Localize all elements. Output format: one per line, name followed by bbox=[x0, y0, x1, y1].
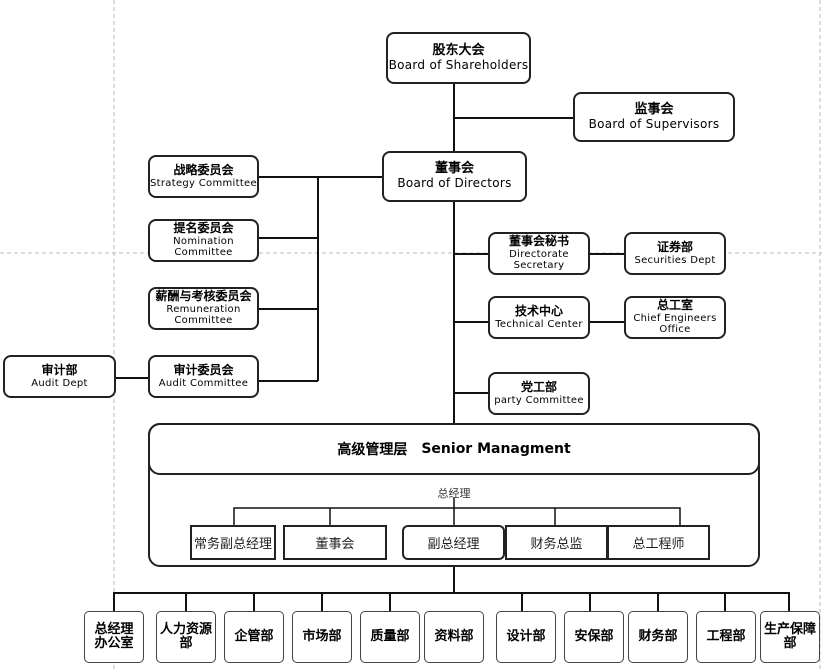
departments-bus bbox=[113, 592, 790, 611]
node-shareholders-en: Board of Shareholders bbox=[388, 57, 529, 72]
node-directorate-secretary-en2: Secretary bbox=[513, 260, 565, 272]
node-supervisors-en: Board of Supervisors bbox=[588, 116, 720, 131]
dept-finance[interactable]: 财务部 bbox=[628, 611, 688, 663]
dept-label-2: 部 bbox=[179, 636, 193, 651]
dept-engineering[interactable]: 工程部 bbox=[696, 611, 756, 663]
node-chief-engineers-zh: 总工室 bbox=[656, 298, 693, 313]
node-nomination-committee[interactable]: 提名委员会 Nomination Committee bbox=[148, 219, 259, 262]
node-shareholders-zh: 股东大会 bbox=[432, 42, 485, 58]
dept-label: 财务部 bbox=[638, 628, 678, 644]
node-directorate-secretary[interactable]: 董事会秘书 Directorate Secretary bbox=[488, 232, 590, 275]
node-nomination-zh: 提名委员会 bbox=[173, 221, 234, 236]
dept-label: 资料部 bbox=[434, 628, 474, 644]
node-directors[interactable]: 董事会 Board of Directors bbox=[382, 151, 527, 202]
node-party-committee[interactable]: 党工部 party Committee bbox=[488, 372, 590, 415]
node-nomination-en2: Committee bbox=[174, 247, 233, 259]
manager-board[interactable]: 董事会 bbox=[283, 525, 387, 560]
senior-management-header[interactable]: 高级管理层 Senior Managment bbox=[148, 423, 760, 475]
dept-quality[interactable]: 质量部 bbox=[360, 611, 420, 663]
dept-label: 市场部 bbox=[302, 628, 342, 644]
node-strategy-en: Strategy Committee bbox=[150, 177, 257, 189]
manager-chief-engineer[interactable]: 总工程师 bbox=[607, 525, 710, 560]
node-chief-engineers-en2: Office bbox=[659, 324, 691, 336]
dept-marketing[interactable]: 市场部 bbox=[292, 611, 352, 663]
dept-label: 工程部 bbox=[706, 628, 746, 644]
node-shareholders[interactable]: 股东大会 Board of Shareholders bbox=[386, 32, 531, 84]
node-securities-dept[interactable]: 证券部 Securities Dept bbox=[624, 232, 726, 275]
node-audit-dept-zh: 审计部 bbox=[41, 362, 78, 377]
dept-production-support[interactable]: 生产保障部 bbox=[760, 611, 820, 663]
node-supervisors[interactable]: 监事会 Board of Supervisors bbox=[573, 92, 735, 142]
node-supervisors-zh: 监事会 bbox=[634, 101, 674, 117]
node-securities-zh: 证券部 bbox=[656, 239, 693, 254]
dept-label: 安保部 bbox=[574, 628, 614, 644]
dept-label-2: 部 bbox=[783, 636, 797, 651]
manager-executive-vice-gm[interactable]: 常务副总经理 bbox=[190, 525, 276, 560]
node-directors-en: Board of Directors bbox=[397, 176, 512, 191]
dept-label: 生产保障 bbox=[764, 621, 817, 637]
dept-gm-office[interactable]: 总经理 办公室 bbox=[84, 611, 144, 663]
node-directorate-secretary-en1: Directorate bbox=[509, 248, 569, 260]
node-chief-engineers-en1: Chief Engineers bbox=[633, 312, 717, 324]
dept-label: 质量部 bbox=[370, 628, 410, 644]
dept-security[interactable]: 安保部 bbox=[564, 611, 624, 663]
dept-label: 总经理 bbox=[94, 621, 134, 637]
node-securities-en: Securities Dept bbox=[634, 254, 716, 266]
dept-hr[interactable]: 人力资源部 bbox=[156, 611, 216, 663]
node-strategy-zh: 战略委员会 bbox=[173, 162, 234, 177]
node-audit-dept-en: Audit Dept bbox=[31, 377, 88, 389]
senior-title-zh: 高级管理层 bbox=[337, 442, 408, 458]
node-technical-center-en: Technical Center bbox=[495, 318, 583, 330]
manager-vice-gm[interactable]: 副总经理 bbox=[402, 525, 505, 560]
dept-label-2: 办公室 bbox=[94, 636, 134, 651]
dept-label: 设计部 bbox=[506, 628, 546, 644]
senior-title-en: Senior Managment bbox=[421, 441, 571, 457]
node-remuneration-en1: Remuneration bbox=[166, 303, 241, 315]
node-chief-engineers-office[interactable]: 总工室 Chief Engineers Office bbox=[624, 296, 726, 339]
node-remuneration-committee[interactable]: 薪酬与考核委员会 Remuneration Committee bbox=[148, 287, 259, 330]
dept-enterprise-mgmt[interactable]: 企管部 bbox=[224, 611, 284, 663]
node-technical-center[interactable]: 技术中心 Technical Center bbox=[488, 296, 590, 339]
node-strategy-committee[interactable]: 战略委员会 Strategy Committee bbox=[148, 155, 259, 198]
node-remuneration-en2: Committee bbox=[174, 315, 233, 327]
dept-design[interactable]: 设计部 bbox=[496, 611, 556, 663]
node-technical-center-zh: 技术中心 bbox=[514, 303, 563, 318]
node-audit-committee-en: Audit Committee bbox=[158, 377, 249, 389]
node-party-zh: 党工部 bbox=[520, 379, 557, 394]
node-audit-committee[interactable]: 审计委员会 Audit Committee bbox=[148, 355, 259, 398]
general-manager-label: 总经理 bbox=[437, 487, 471, 500]
node-directors-zh: 董事会 bbox=[434, 161, 474, 177]
node-nomination-en1: Nomination bbox=[173, 235, 234, 247]
node-audit-committee-zh: 审计委员会 bbox=[173, 362, 234, 377]
node-audit-dept[interactable]: 审计部 Audit Dept bbox=[3, 355, 116, 398]
node-directorate-secretary-zh: 董事会秘书 bbox=[508, 234, 569, 249]
dept-documents[interactable]: 资料部 bbox=[424, 611, 484, 663]
dept-label: 人力资源 bbox=[160, 621, 213, 637]
manager-cfo[interactable]: 财务总监 bbox=[505, 525, 608, 560]
node-party-en: party Committee bbox=[494, 394, 584, 406]
node-remuneration-zh: 薪酬与考核委员会 bbox=[155, 289, 252, 304]
dept-label: 企管部 bbox=[234, 628, 274, 644]
